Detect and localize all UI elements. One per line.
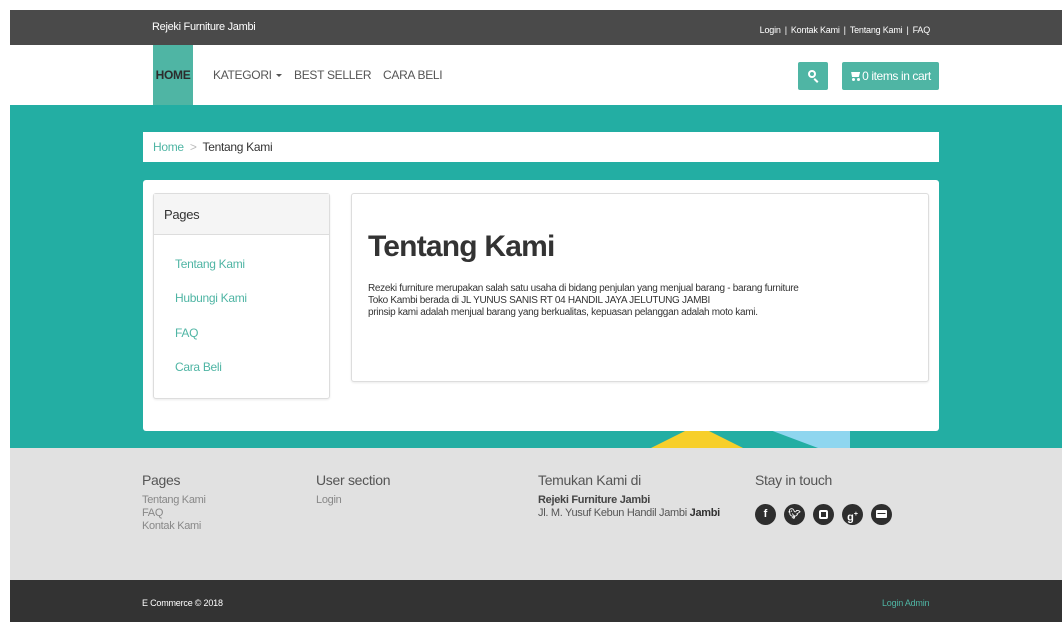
cart-button[interactable]: 0 items in cart <box>842 62 939 90</box>
sidebar-link-hubungi-kami[interactable]: Hubungi Kami <box>175 291 247 305</box>
footer: Pages Tentang Kami FAQ Kontak Kami User … <box>10 448 1062 580</box>
twitter-icon[interactable]: 🐦︎ <box>784 504 805 525</box>
footer-link-tentang-kami[interactable]: Tentang Kami <box>142 494 206 507</box>
top-link-login[interactable]: Login <box>760 25 781 35</box>
top-link-separator: | <box>784 25 787 35</box>
footer-link-kontak-kami[interactable]: Kontak Kami <box>142 520 206 533</box>
sidebar-link-tentang-kami[interactable]: Tentang Kami <box>175 257 245 271</box>
about-line: prinsip kami adalah menjual barang yang … <box>368 307 758 318</box>
nav-cara-beli-label: CARA BELI <box>383 68 443 82</box>
footer-link-login[interactable]: Login <box>316 494 390 507</box>
footer-shop-name: Rejeki Furniture Jambi <box>538 494 650 506</box>
facebook-icon[interactable]: f <box>755 504 776 525</box>
breadcrumb-current: Tentang Kami <box>202 140 273 154</box>
nav-cara-beli[interactable]: CARA BELI <box>383 45 443 105</box>
sidebar-link-cara-beli[interactable]: Cara Beli <box>175 360 222 374</box>
about-line: Toko Kambi berada di JL YUNUS SANIS RT 0… <box>368 295 710 306</box>
copyright: E Commerce © 2018 <box>142 598 223 608</box>
decorative-triangle <box>770 430 850 448</box>
top-link-faq[interactable]: FAQ <box>913 25 931 35</box>
page-title: Tentang Kami <box>368 230 555 263</box>
login-admin-link[interactable]: Login Admin <box>882 598 930 608</box>
footer-user-section-title: User section <box>316 472 391 488</box>
content-panel: Tentang Kami Rezeki furniture merupakan … <box>351 193 929 382</box>
footer-social-title: Stay in touch <box>755 472 833 488</box>
breadcrumb-home[interactable]: Home <box>153 140 184 154</box>
search-button[interactable] <box>798 62 828 90</box>
bottom-bar: E Commerce © 2018 Login Admin <box>10 580 1062 622</box>
footer-address-city: Jambi <box>689 507 721 519</box>
footer-find-us-title: Temukan Kami di <box>538 472 641 488</box>
nav-home-label: HOME <box>155 68 191 82</box>
nav-best-seller[interactable]: BEST SELLER <box>294 45 371 105</box>
pages-panel-title: Pages <box>154 194 329 235</box>
google-plus-icon[interactable]: g+ <box>842 504 863 525</box>
about-text: Rezeki furniture merupakan salah satu us… <box>368 283 799 319</box>
nav-best-seller-label: BEST SELLER <box>294 68 372 82</box>
top-link-kontak-kami[interactable]: Kontak Kami <box>791 25 840 35</box>
footer-user-section: User section Login <box>316 472 391 507</box>
top-link-separator: | <box>906 25 909 35</box>
caret-down-icon <box>275 74 282 78</box>
email-icon[interactable] <box>871 504 892 525</box>
top-link-separator: | <box>843 25 846 35</box>
pages-panel: Pages Tentang Kami Hubungi Kami FAQ Cara… <box>153 193 330 399</box>
footer-social: Stay in touch <box>755 472 832 488</box>
footer-pages: Pages Tentang Kami FAQ Kontak Kami <box>142 472 206 533</box>
breadcrumb-separator: > <box>189 140 197 154</box>
main-nav: HOME KATEGORI BEST SELLER CARA BELI 0 it… <box>10 45 1062 105</box>
top-bar: Rejeki Furniture Jambi Login | Kontak Kami… <box>10 10 1062 45</box>
cart-label: 0 items in cart <box>862 69 931 83</box>
cart-icon <box>850 72 861 81</box>
instagram-icon[interactable] <box>813 504 834 525</box>
footer-address-street: Jl. M. Yusuf Kebun Handil Jambi <box>538 507 687 519</box>
footer-address: Jl. M. Yusuf Kebun Handil Jambi Jambi <box>538 507 720 520</box>
sidebar-link-faq[interactable]: FAQ <box>175 326 198 340</box>
top-links: Login | Kontak Kami | Tentang Kami | FAQ <box>760 25 931 35</box>
nav-home[interactable]: HOME <box>153 45 193 105</box>
nav-kategori[interactable]: KATEGORI <box>213 45 282 105</box>
nav-kategori-label: KATEGORI <box>213 68 272 82</box>
footer-find-us: Temukan Kami di Rejeki Furniture Jambi J… <box>538 472 720 520</box>
footer-pages-title: Pages <box>142 472 181 488</box>
top-link-tentang-kami[interactable]: Tentang Kami <box>850 25 903 35</box>
about-line: Rezeki furniture merupakan salah satu us… <box>368 283 799 294</box>
breadcrumb: Home > Tentang Kami <box>143 132 939 162</box>
brand-name[interactable]: Rejeki Furniture Jambi <box>152 21 256 33</box>
search-icon <box>808 70 816 78</box>
footer-link-faq[interactable]: FAQ <box>142 507 206 520</box>
